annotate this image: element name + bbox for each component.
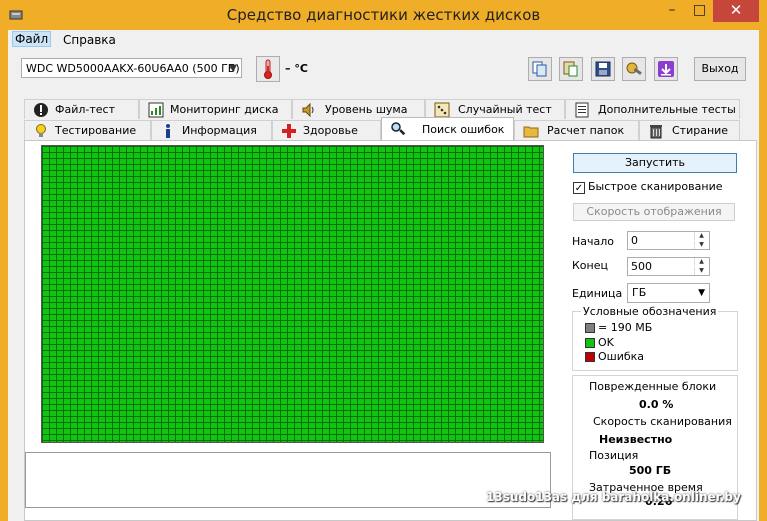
tab-random-test[interactable]: Случайный тест: [425, 99, 565, 119]
maximize-button[interactable]: □: [686, 0, 713, 22]
trash-icon: [650, 125, 662, 139]
unit-select[interactable]: ГБ ▼: [627, 283, 710, 303]
legend-block: = 190 МБ: [585, 321, 652, 334]
tab-label: Тестирование: [55, 124, 137, 137]
chevron-down-icon: ▼: [229, 63, 237, 74]
copy-icon: [532, 61, 547, 77]
tab-noise-level[interactable]: Уровень шума: [292, 99, 425, 119]
magnifier-icon: [391, 122, 406, 136]
window-title: Средство диагностики жестких дисков: [226, 6, 541, 24]
chevron-down-icon: ▼: [698, 288, 705, 298]
legend-ok: OK: [585, 336, 614, 349]
sector-grid: [41, 145, 544, 443]
menu-help[interactable]: Справка: [63, 33, 116, 47]
legend-title: Условные обозначения: [581, 305, 719, 318]
tab-testing[interactable]: Тестирование: [24, 120, 151, 140]
start-label: Начало: [572, 235, 615, 248]
disk-select-value: WDC WD5000AAKX-60U6AA0 (500 ГБ): [26, 62, 240, 75]
folder-icon: [523, 126, 539, 138]
menu-file[interactable]: Файл: [12, 31, 52, 47]
spin-down-icon[interactable]: ▼: [694, 241, 708, 249]
display-speed-button: Скорость отображения: [573, 203, 735, 221]
position-label: Позиция: [589, 449, 639, 462]
block-swatch: [585, 323, 595, 333]
quick-scan-checkbox[interactable]: ✓: [573, 182, 585, 194]
tab-label: Здоровье: [303, 124, 358, 137]
tab-label: Файл-тест: [55, 103, 115, 116]
menu-bar: Файл Справка: [8, 30, 759, 50]
error-scan-panel: Запустить ✓ Быстрое сканирование Скорост…: [24, 140, 757, 521]
copy-button[interactable]: [528, 57, 552, 81]
end-spinner[interactable]: 500 ▲ ▼: [627, 257, 710, 276]
legend-ok-label: OK: [598, 336, 614, 349]
legend-block-label: = 190 МБ: [598, 321, 653, 334]
tab-label: Стирание: [672, 124, 729, 137]
info-icon: [166, 124, 170, 138]
temperature-value: – °C: [285, 62, 308, 75]
warning-icon: [34, 103, 48, 117]
minimize-button[interactable]: –: [658, 0, 686, 22]
unit-label: Единица: [572, 287, 623, 300]
exit-button[interactable]: Выход: [694, 57, 746, 81]
lightbulb-icon: [36, 124, 46, 137]
error-swatch: [585, 352, 595, 362]
tab-file-test[interactable]: Файл-тест: [24, 99, 139, 119]
spin-up-icon[interactable]: ▲: [694, 232, 708, 240]
scan-speed-value: Неизвестно: [599, 433, 673, 446]
paste-icon: [563, 61, 578, 77]
tab-label: Мониторинг диска: [170, 103, 279, 116]
position-value: 500 ГБ: [629, 464, 672, 477]
tab-label: Дополнительные тесты: [598, 103, 736, 116]
quick-scan-label: Быстрое сканирование: [588, 180, 723, 193]
tab-disk-monitoring[interactable]: Мониторинг диска: [139, 99, 292, 119]
tab-label: Поиск ошибок: [422, 123, 505, 136]
close-button[interactable]: ✕: [713, 0, 759, 22]
watermark-text: 13sudo13as для baraholka.onliner.by: [486, 490, 741, 504]
damaged-blocks-value: 0.0 %: [639, 398, 674, 411]
tab-health[interactable]: Здоровье: [272, 120, 381, 140]
scan-speed-label: Скорость сканирования: [593, 415, 732, 428]
damaged-blocks-label: Поврежденные блоки: [589, 380, 717, 393]
tab-folder-calc[interactable]: Расчет папок: [514, 120, 639, 140]
start-button[interactable]: Запустить: [573, 153, 737, 173]
health-cross-icon: [282, 124, 296, 138]
log-box[interactable]: [25, 452, 551, 508]
tab-erase[interactable]: Стирание: [639, 120, 740, 140]
list-icon: [575, 102, 589, 118]
main-window: Файл Справка WDC WD5000AAKX-60U6AA0 (500…: [8, 30, 759, 521]
download-icon: [658, 61, 674, 77]
tab-error-scan[interactable]: Поиск ошибок: [381, 117, 514, 140]
legend-box: Условные обозначения = 190 МБ OK Ошибка: [572, 305, 738, 371]
save-button[interactable]: [591, 57, 615, 81]
legend-error-label: Ошибка: [598, 350, 645, 363]
tab-label: Расчет папок: [547, 124, 625, 137]
tab-information[interactable]: Информация: [151, 120, 272, 140]
tools-icon: [626, 62, 642, 75]
spin-up-icon[interactable]: ▲: [694, 258, 708, 266]
spin-down-icon[interactable]: ▼: [694, 267, 708, 275]
title-bar: Средство диагностики жестких дисков – □ …: [0, 0, 767, 30]
unit-select-value: ГБ: [632, 286, 647, 299]
end-spinner-value: 500: [631, 260, 652, 273]
chart-icon: [148, 102, 164, 118]
save-icon: [595, 61, 611, 77]
speaker-icon: [302, 102, 314, 118]
paste-button[interactable]: [559, 57, 583, 81]
thermometer-icon: [264, 59, 272, 79]
random-icon: [434, 102, 450, 118]
tools-button[interactable]: [622, 57, 646, 81]
start-spinner[interactable]: 0 ▲ ▼: [627, 231, 710, 250]
tab-additional-tests[interactable]: Дополнительные тесты: [565, 99, 740, 119]
legend-error: Ошибка: [585, 350, 644, 363]
disk-select[interactable]: WDC WD5000AAKX-60U6AA0 (500 ГБ) ▼: [21, 58, 242, 78]
ok-swatch: [585, 338, 595, 348]
start-spinner-value: 0: [631, 234, 638, 247]
download-button[interactable]: [654, 57, 678, 81]
end-label: Конец: [572, 259, 608, 272]
tab-label: Информация: [182, 124, 257, 137]
temperature-button[interactable]: [256, 56, 280, 82]
